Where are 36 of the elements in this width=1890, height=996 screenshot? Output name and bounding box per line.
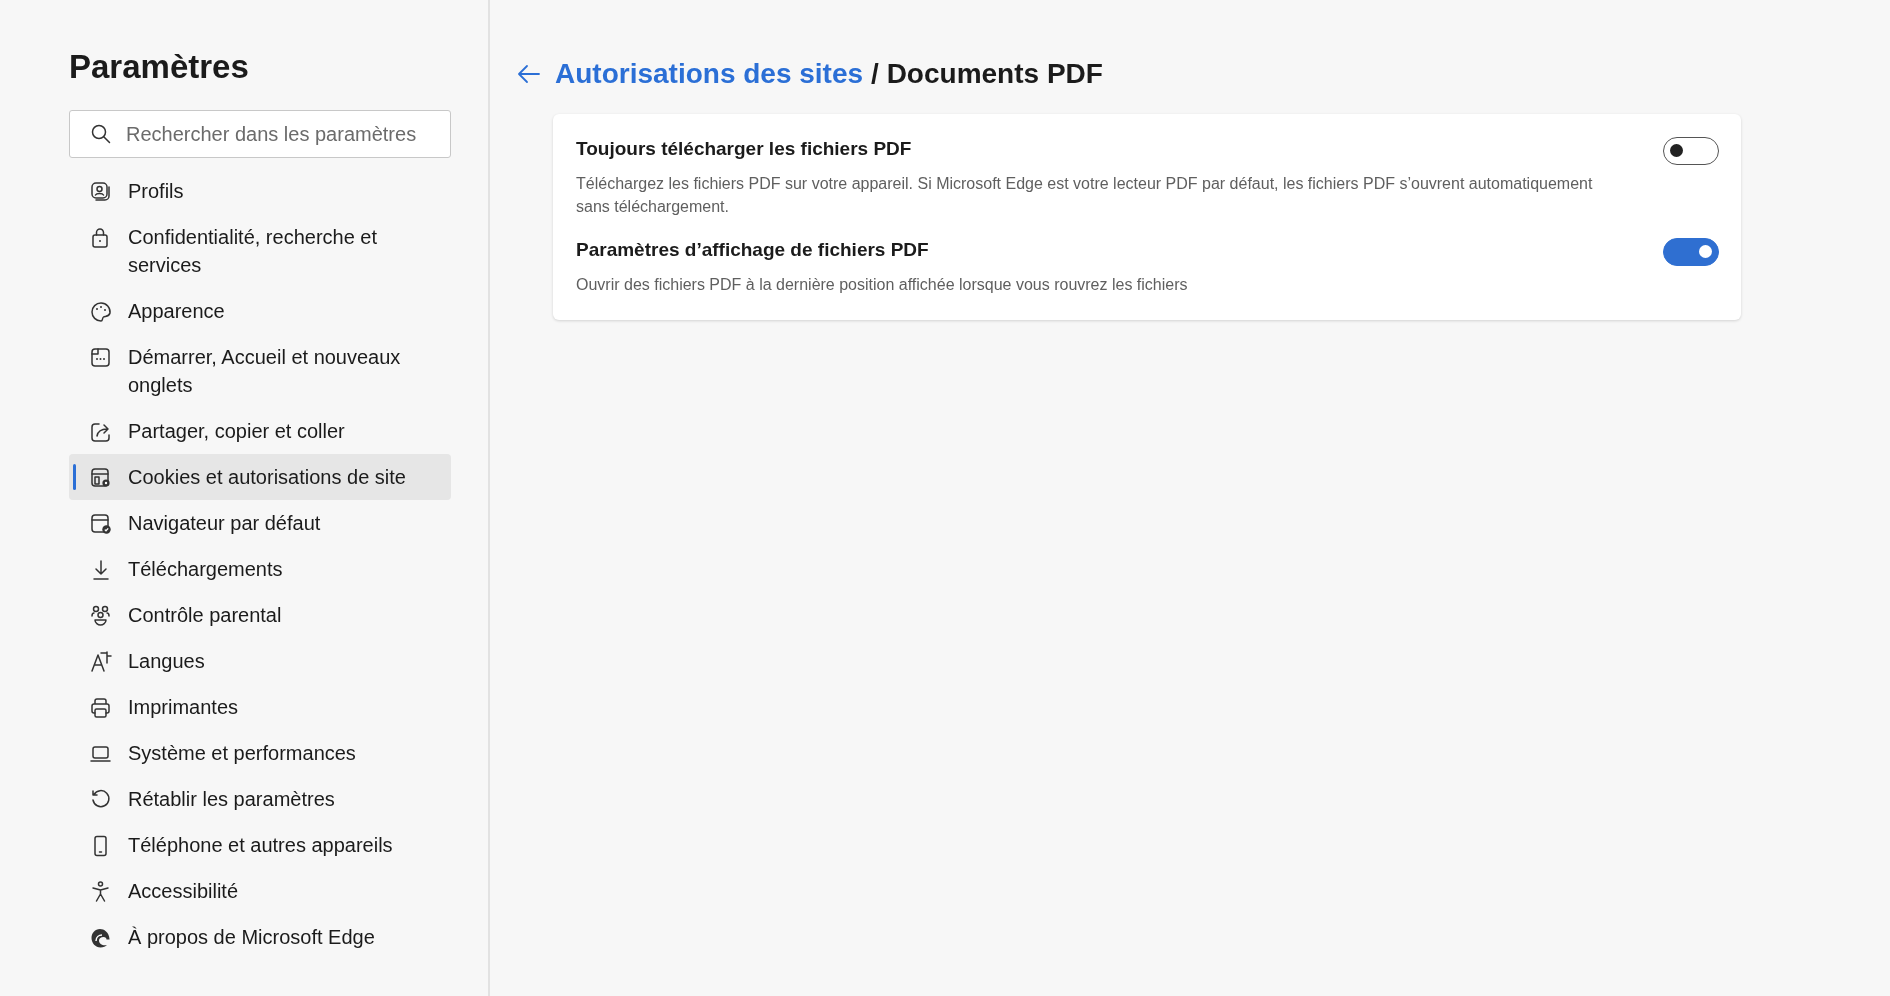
sidebar-item[interactable]: Confidentialité, recherche et services [69, 214, 451, 288]
sidebar-item[interactable]: Démarrer, Accueil et nouveaux onglets [69, 334, 451, 408]
share-icon [89, 420, 113, 444]
page-title: / Documents PDF [871, 58, 1103, 90]
setting-title: Paramètres d’affichage de fichiers PDF [576, 238, 930, 262]
breadcrumb-link[interactable]: Autorisations des sites [555, 58, 864, 90]
search-icon [90, 123, 112, 145]
sidebar-item[interactable]: Cookies et autorisations de site [69, 454, 451, 500]
sidebar-item[interactable]: Rétablir les paramètres [69, 776, 451, 822]
search-input[interactable]: Rechercher dans les paramètres [124, 121, 436, 147]
toggle-switch[interactable] [1663, 137, 1719, 165]
sidebar-item[interactable]: À propos de Microsoft Edge [69, 914, 451, 960]
sidebar-item[interactable]: Accessibilité [69, 868, 451, 914]
edge-icon [89, 926, 113, 950]
sidebar-item[interactable]: Navigateur par défaut [69, 500, 451, 546]
setting-description: Ouvrir des fichiers PDF à la dernière position affichée lorsque vous rouvrez les fichiers [576, 275, 1188, 295]
sidebar-item[interactable]: Imprimantes [69, 684, 451, 730]
sidebar-item[interactable]: Téléchargements [69, 546, 451, 592]
language-icon [89, 650, 113, 674]
sidebar-item[interactable]: Langues [69, 638, 451, 684]
settings-title: Paramètres [69, 48, 250, 86]
sidebar-item[interactable]: Système et performances [69, 730, 451, 776]
setting-title: Toujours télécharger les fichiers PDF [576, 137, 913, 161]
toggle-switch[interactable] [1663, 238, 1719, 266]
printer-icon [89, 696, 113, 720]
sidebar-item[interactable]: Apparence [69, 288, 451, 334]
setting-description: Téléchargez les fichiers PDF sur votre appareil. Si Microsoft Edge est votre lecteur PDF par défaut, les fichiers PDF s’ouvrent automatiquement sans téléchargement. [576, 174, 1594, 217]
back-arrow-icon[interactable] [517, 64, 541, 84]
sidebar-item[interactable]: Téléphone et autres appareils [69, 822, 451, 868]
sidebar-item[interactable]: Profils [69, 168, 451, 214]
profile-icon [89, 180, 113, 204]
family-icon [89, 604, 113, 628]
sidebar-item[interactable]: Contrôle parental [69, 592, 451, 638]
sidebar-item[interactable]: Partager, copier et coller [69, 408, 451, 454]
search-field[interactable]: Rechercher dans les paramètres [69, 110, 451, 158]
palette-icon [89, 300, 113, 324]
